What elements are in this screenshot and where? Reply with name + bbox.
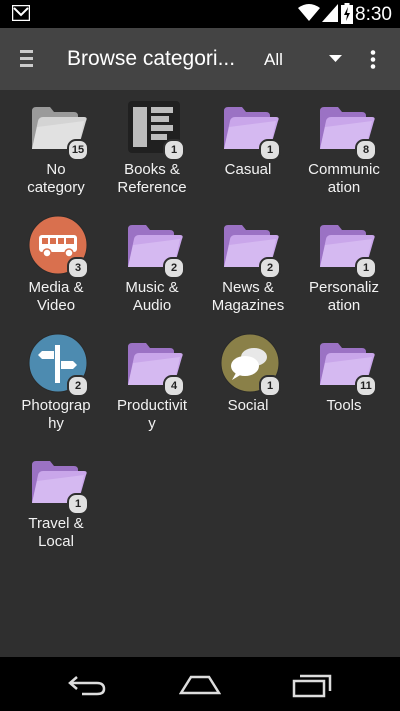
category-filter-value[interactable]: All — [264, 50, 283, 70]
item-count-badge: 2 — [259, 257, 281, 279]
item-count-badge: 3 — [67, 257, 89, 279]
filter-dropdown-arrow-icon[interactable] — [329, 55, 342, 63]
item-count-badge: 1 — [67, 493, 89, 515]
category-label: Travel & Local — [28, 515, 84, 550]
category-grid: 15 No category 1 Books & Reference 1 Casua… — [0, 92, 400, 656]
category-item[interactable]: 8 Communic ation — [296, 92, 392, 210]
home-icon[interactable] — [179, 675, 221, 695]
category-label: Casual — [224, 161, 272, 178]
category-item[interactable]: 3 Media & Video — [8, 210, 104, 328]
category-item[interactable]: 1 Social — [200, 328, 296, 446]
category-label: Media & Video — [28, 279, 84, 314]
category-label: Tools — [326, 397, 362, 414]
category-label: Productivit y — [116, 397, 188, 432]
category-item[interactable]: 4 Productivit y — [104, 328, 200, 446]
item-count-badge: 2 — [163, 257, 185, 279]
page-title: Browse categori... — [67, 47, 236, 70]
category-label: No category — [27, 161, 85, 196]
item-count-badge: 8 — [355, 139, 377, 161]
item-count-badge: 1 — [259, 139, 281, 161]
category-item[interactable]: 1 Casual — [200, 92, 296, 210]
item-count-badge: 1 — [163, 139, 185, 161]
category-item[interactable]: 2 Photograp hy — [8, 328, 104, 446]
category-label: Books & Reference — [117, 161, 187, 196]
category-item[interactable]: 1 Personaliz ation — [296, 210, 392, 328]
category-item[interactable]: 15 No category — [8, 92, 104, 210]
category-item[interactable]: 11 Tools — [296, 328, 392, 446]
item-count-badge: 1 — [355, 257, 377, 279]
category-label: Communic ation — [308, 161, 380, 196]
item-count-badge: 11 — [355, 375, 377, 397]
back-icon[interactable] — [68, 674, 108, 696]
category-item[interactable]: 2 Music & Audio — [104, 210, 200, 328]
recents-icon[interactable] — [292, 674, 332, 698]
navigation-bar — [0, 657, 400, 711]
category-label: Music & Audio — [125, 279, 179, 314]
status-time: 8:30 — [355, 4, 392, 25]
item-count-badge: 15 — [67, 139, 89, 161]
wifi-icon — [298, 4, 320, 21]
category-item[interactable]: 1 Travel & Local — [8, 446, 104, 564]
notification-mail-icon — [12, 5, 30, 21]
category-label: Photograp hy — [21, 397, 91, 432]
item-count-badge: 1 — [259, 375, 281, 397]
cellular-signal-icon — [322, 4, 338, 22]
category-label: Personaliz ation — [308, 279, 380, 314]
category-label: Social — [227, 397, 269, 414]
status-bar: 8:30 — [0, 0, 400, 28]
category-label: News & Magazines — [211, 279, 285, 314]
drawer-menu-icon[interactable] — [20, 50, 33, 67]
battery-charging-icon — [341, 3, 353, 24]
item-count-badge: 4 — [163, 375, 185, 397]
overflow-menu-icon[interactable] — [370, 50, 376, 69]
item-count-badge: 2 — [67, 375, 89, 397]
category-item[interactable]: 2 News & Magazines — [200, 210, 296, 328]
category-item[interactable]: 1 Books & Reference — [104, 92, 200, 210]
